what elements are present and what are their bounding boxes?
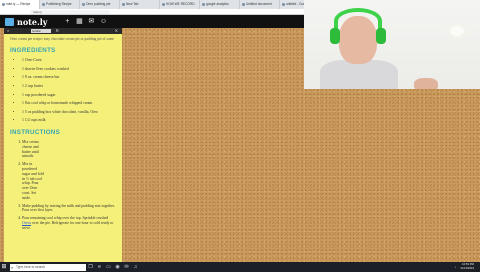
folder-icon[interactable]: ▭ bbox=[104, 262, 113, 272]
webcam-person-body bbox=[320, 60, 398, 89]
user-icon[interactable]: ☺ bbox=[97, 15, 109, 28]
ingredient-item: 1 cup powdered sugar bbox=[22, 93, 116, 98]
drag-handle-icon[interactable]: ≡ bbox=[7, 28, 9, 34]
logo-icon bbox=[5, 17, 14, 26]
mail-icon[interactable]: ✉ bbox=[122, 262, 131, 272]
taskbar: ⊞ Type here to search ❐ e ▭ ◉ ✉ ♫ ♪ 10:5… bbox=[0, 262, 480, 272]
note-header: ≡ normal B ✕ bbox=[4, 28, 122, 34]
instruction-text: Mix cream cheese and butter until smooth… bbox=[22, 140, 39, 159]
clock[interactable]: 10:53 PM 11/13/2019 bbox=[460, 263, 474, 270]
url-field[interactable]: note.ly bbox=[30, 10, 110, 14]
instruction-step: Make pudding by mixing the milk and pudd… bbox=[22, 204, 116, 214]
instruction-text: Mix in powdered sugar and fold in ½ tub … bbox=[22, 162, 44, 200]
chrome-icon[interactable]: ◉ bbox=[113, 262, 122, 272]
oreos-link[interactable]: Oreos bbox=[22, 221, 31, 225]
windows-start-icon[interactable]: ⊞ bbox=[0, 262, 8, 272]
instruction-text: Pour remaining cool whip over the top. S… bbox=[22, 216, 109, 221]
ingredients-heading: INGREDIENTS bbox=[10, 47, 56, 55]
close-icon[interactable]: ✕ bbox=[115, 28, 118, 34]
webcam-overlay bbox=[304, 0, 480, 89]
recipe-note[interactable]: ≡ normal B ✕ Oreo cream pie recipe: easy… bbox=[4, 28, 122, 262]
headphones-icon bbox=[334, 8, 382, 34]
browser-tab[interactable]: Publishing Recipe bbox=[40, 0, 80, 9]
toolbar-icons: + ▦ ✉ ☺ bbox=[47, 15, 109, 28]
instruction-text: Make pudding by mixing the milk and pudd… bbox=[22, 203, 115, 213]
instructions-heading: INSTRUCTIONS bbox=[10, 129, 61, 137]
clock-date: 11/13/2019 bbox=[460, 266, 474, 270]
headphone-left-cup bbox=[330, 28, 340, 44]
ingredient-item: 1 Oreo Crust bbox=[22, 58, 116, 63]
ingredient-item: 1 8 oz. cream cheese bar bbox=[22, 75, 116, 80]
volume-icon[interactable]: ♪ bbox=[455, 265, 456, 269]
app-logo[interactable]: note.ly bbox=[5, 17, 47, 27]
music-icon[interactable]: ♫ bbox=[131, 262, 140, 272]
task-view-icon[interactable]: ❐ bbox=[86, 262, 95, 272]
browser-tab[interactable]: HOW WE RECORD bbox=[160, 0, 200, 9]
ingredient-item: 1 8oz cool whip or homemade whipped crea… bbox=[22, 101, 116, 106]
ingredient-item: 1 5 oz pudding box white chocolate, vani… bbox=[22, 110, 116, 115]
format-select[interactable]: normal bbox=[31, 29, 51, 33]
add-icon[interactable]: + bbox=[61, 15, 73, 28]
taskbar-search[interactable]: Type here to search bbox=[10, 263, 86, 271]
ingredients-list: 1 Oreo Crust 1 shavin Oreo cookies crushe… bbox=[10, 58, 116, 123]
instruction-text: over the pie. Refrigerate for one hour t… bbox=[22, 221, 114, 230]
browser-tab[interactable]: Untitled document bbox=[240, 0, 280, 9]
note-content[interactable]: Oreo cream pie recipe: easy chocolate cr… bbox=[4, 34, 122, 231]
lamp-light bbox=[450, 26, 464, 36]
share-icon[interactable]: ✉ bbox=[85, 15, 97, 28]
webcam-person-hand bbox=[414, 78, 438, 89]
grid-icon[interactable]: ▦ bbox=[73, 15, 85, 28]
bold-icon[interactable]: B bbox=[56, 28, 59, 34]
browser-tab[interactable]: note.ly — Recipe bbox=[0, 0, 40, 9]
instruction-step: Pour remaining cool whip over the top. S… bbox=[22, 216, 116, 230]
ingredient-item: 1 2 cup butter bbox=[22, 84, 116, 89]
system-tray: ♪ 10:53 PM 11/13/2019 bbox=[455, 262, 474, 272]
browser-tab[interactable]: New Tab bbox=[120, 0, 160, 9]
logo-text: note.ly bbox=[17, 16, 48, 27]
browser-tab[interactable]: Oreo pudding pie bbox=[80, 0, 120, 9]
browser-tab[interactable]: google analytics bbox=[200, 0, 240, 9]
edge-icon[interactable]: e bbox=[95, 262, 104, 272]
instruction-step: Mix cream cheese and butter until smooth… bbox=[22, 140, 116, 159]
ingredient-item: 1 1/2 cups milk bbox=[22, 118, 116, 123]
headphone-right-cup bbox=[376, 28, 386, 44]
ingredient-item: 1 shavin Oreo cookies crushed bbox=[22, 67, 116, 72]
instruction-step: Mix in powdered sugar and fold in ½ tub … bbox=[22, 162, 116, 200]
instructions-list: Mix cream cheese and butter until smooth… bbox=[10, 140, 116, 231]
recipe-intro: Oreo cream pie recipe: easy chocolate cr… bbox=[10, 37, 114, 41]
